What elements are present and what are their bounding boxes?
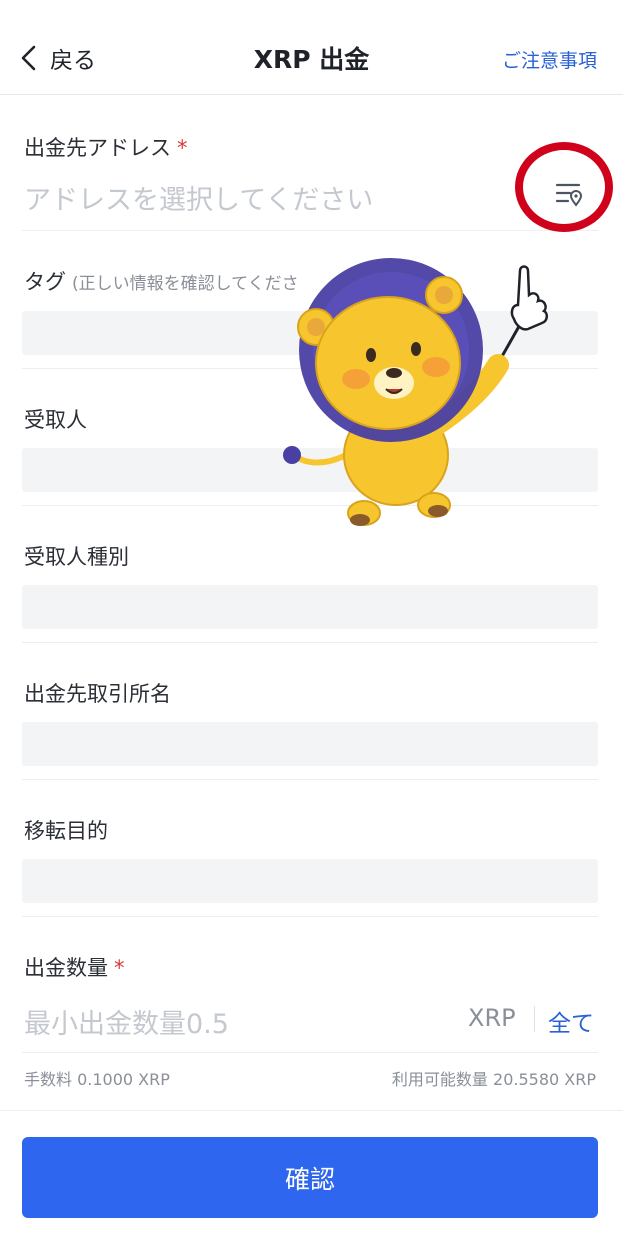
amount-unit: XRP <box>468 1004 516 1032</box>
max-amount-button[interactable]: 全て <box>548 1004 594 1038</box>
tag-label: タグ (正しい情報を確認してくださ <box>24 266 299 296</box>
recipient-type-select[interactable] <box>22 585 598 629</box>
exchange-name-label: 出金先取引所名 <box>24 682 171 706</box>
fee-text: 手数料 0.1000 XRP <box>24 1070 170 1089</box>
purpose-label: 移転目的 <box>24 819 108 843</box>
amount-input[interactable]: 最小出金数量0.5 <box>24 1002 229 1041</box>
withdraw-page: 戻る XRP 出金 ご注意事項 出金先アドレス * アドレスを選択してください タ… <box>0 0 623 1250</box>
highlight-circle <box>515 142 613 232</box>
divider <box>22 230 598 231</box>
divider <box>22 779 598 780</box>
divider <box>22 642 598 643</box>
unit-separator <box>534 1006 535 1032</box>
required-mark: * <box>177 136 188 160</box>
address-label: 出金先アドレス * <box>24 132 188 162</box>
required-mark: * <box>114 956 125 980</box>
amount-label: 出金数量 * <box>24 952 125 982</box>
lion-mascot-illustration <box>283 258 548 526</box>
amount-label-text: 出金数量 <box>24 956 108 980</box>
divider <box>22 1052 598 1053</box>
address-label-text: 出金先アドレス <box>24 136 171 160</box>
recipient-label: 受取人 <box>24 408 87 432</box>
divider <box>0 1110 623 1111</box>
header: 戻る XRP 出金 ご注意事項 <box>0 0 623 95</box>
purpose-select[interactable] <box>22 859 598 903</box>
tag-hint: (正しい情報を確認してくださ <box>72 274 299 294</box>
exchange-name-input[interactable] <box>22 722 598 766</box>
tag-label-text: タグ <box>24 270 66 294</box>
notice-link[interactable]: ご注意事項 <box>502 46 597 73</box>
address-input[interactable]: アドレスを選択してください <box>24 178 373 217</box>
available-amount-text: 利用可能数量 20.5580 XRP <box>391 1070 596 1089</box>
recipient-type-label: 受取人種別 <box>24 545 129 569</box>
divider <box>22 916 598 917</box>
confirm-button[interactable]: 確認 <box>22 1137 598 1218</box>
